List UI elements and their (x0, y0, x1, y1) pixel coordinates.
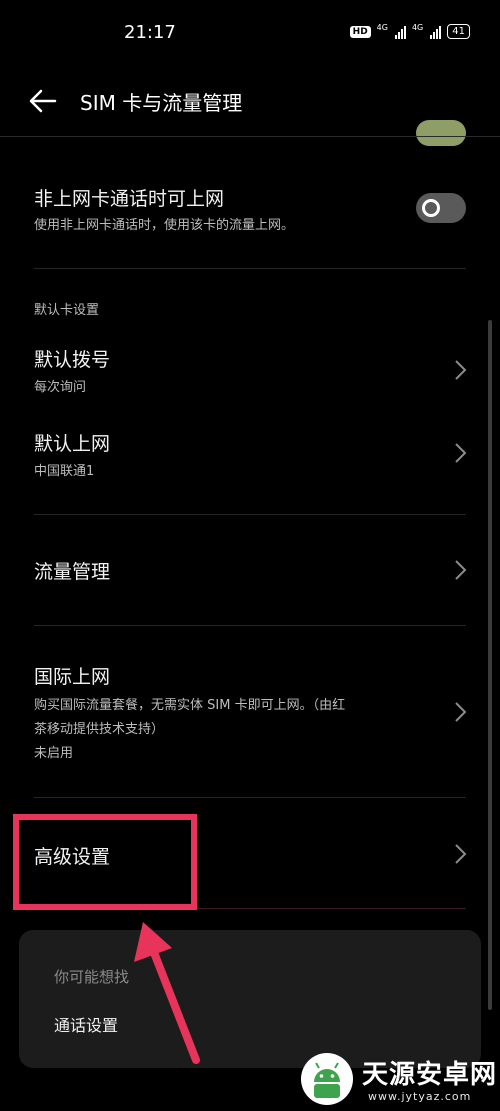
network-type-1: 4G (376, 23, 388, 32)
row-subtitle: 使用非上网卡通话时，使用该卡的流量上网。 (34, 218, 295, 233)
watermark-url: www.jytyaz.com (368, 1090, 472, 1103)
row-status: 未启用 (34, 746, 74, 761)
chevron-right-icon (455, 702, 467, 722)
scrollbar[interactable] (488, 320, 492, 1010)
chevron-right-icon (455, 844, 467, 864)
row-title: 国际上网 (34, 666, 111, 688)
annotation-highlight-box (13, 814, 197, 910)
chevron-right-icon (455, 560, 467, 580)
network-type-2: 4G (411, 23, 424, 32)
non-data-call-toggle[interactable] (416, 193, 466, 223)
signal-2-icon (430, 25, 442, 39)
watermark-name: 天源安卓网 (362, 1060, 498, 1090)
row-subtitle: 中国联通1 (34, 464, 95, 479)
status-icons: HD 4G 4G 41 (349, 23, 470, 39)
divider (34, 268, 466, 269)
suggestion-heading: 你可能想找 (54, 968, 130, 986)
previous-row-toggle[interactable] (416, 120, 466, 146)
battery-icon: 41 (447, 24, 470, 39)
suggestion-item-call-settings[interactable]: 通话设置 (54, 1012, 118, 1036)
divider (34, 797, 466, 798)
row-title: 默认拨号 (34, 349, 111, 371)
divider (34, 514, 466, 515)
status-time: 21:17 (124, 22, 176, 43)
row-title: 流量管理 (34, 561, 111, 583)
status-bar: 21:17 HD 4G 4G 41 (0, 0, 500, 64)
row-subtitle-line2: 茶移动提供技术支持） (34, 722, 165, 737)
hd-voice-badge: HD (349, 25, 371, 38)
suggestion-card: 你可能想找 通话设置 (19, 930, 481, 1068)
signal-1-icon (394, 25, 406, 39)
toggle-knob (422, 199, 440, 217)
section-label-default-card: 默认卡设置 (34, 303, 100, 318)
android-logo-icon (301, 1053, 353, 1105)
row-subtitle-line1: 购买国际流量套餐，无需实体 SIM 卡即可上网。（由红 (34, 698, 346, 713)
chevron-right-icon (455, 360, 467, 380)
page-title: SIM 卡与流量管理 (80, 91, 243, 115)
header-divider (0, 136, 500, 137)
divider (34, 625, 466, 626)
chevron-right-icon (455, 443, 467, 463)
arrow-left-icon (29, 89, 57, 113)
watermark: 天源安卓网 www.jytyaz.com (300, 1050, 500, 1111)
row-title: 非上网卡通话时可上网 (34, 188, 225, 210)
row-subtitle: 每次询问 (34, 380, 87, 395)
back-button[interactable] (28, 88, 58, 114)
row-title: 默认上网 (34, 433, 111, 455)
